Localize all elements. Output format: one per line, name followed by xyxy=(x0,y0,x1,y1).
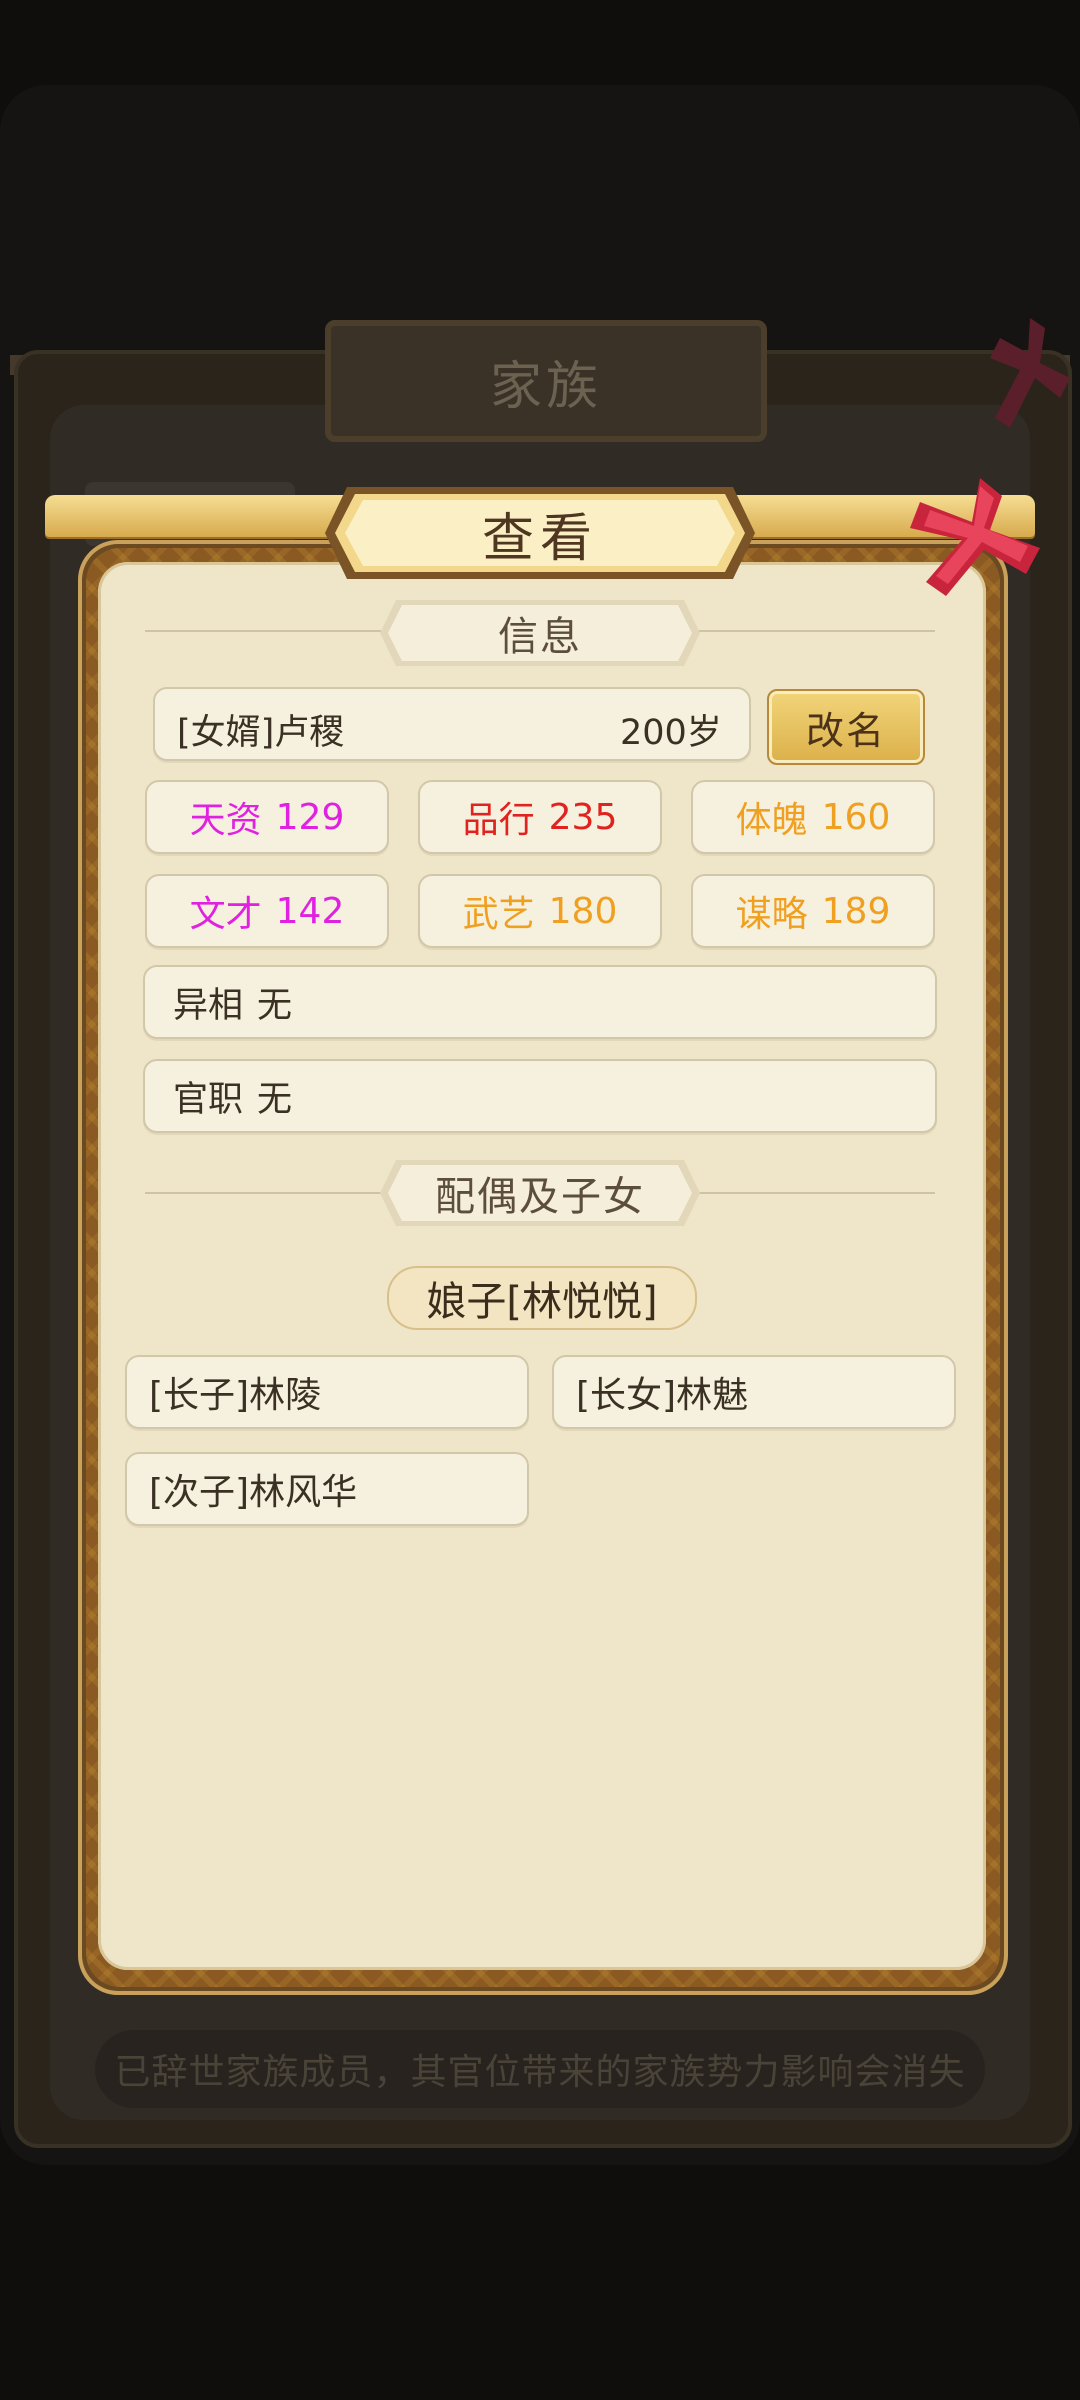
close-ribbon-icon[interactable] xyxy=(910,478,1040,596)
background-footer-notice: 已辞世家族成员，其官位带来的家族势力影响会消失 xyxy=(95,2030,985,2108)
stat-martial: 武艺 180 xyxy=(418,874,662,948)
background-footer-text: 已辞世家族成员，其官位带来的家族势力影响会消失 xyxy=(114,2052,966,2093)
child-button[interactable]: [次子]林风华 xyxy=(125,1452,529,1526)
stat-label: 体魄 xyxy=(735,800,808,841)
stat-value: 160 xyxy=(821,796,891,838)
office-value: 无 xyxy=(257,1079,293,1120)
stat-conduct: 品行 235 xyxy=(418,780,662,854)
rename-button[interactable]: 改名 xyxy=(767,689,925,765)
stat-value: 235 xyxy=(548,796,618,838)
stat-strategy: 谋略 189 xyxy=(691,874,935,948)
stat-value: 180 xyxy=(548,890,618,932)
stat-value: 189 xyxy=(821,890,891,932)
stat-label: 谋略 xyxy=(735,894,808,935)
stat-physique: 体魄 160 xyxy=(691,780,935,854)
background-title-plaque: 家族 xyxy=(325,320,767,442)
traits-row: 异相 无 xyxy=(143,965,937,1039)
stat-literary: 文才 142 xyxy=(145,874,389,948)
traits-label: 异相 xyxy=(173,985,244,1026)
traits-value: 无 xyxy=(257,985,293,1026)
stat-label: 文才 xyxy=(189,894,262,935)
stat-label: 品行 xyxy=(462,800,535,841)
child-button[interactable]: [长女]林魅 xyxy=(552,1355,956,1429)
background-title: 家族 xyxy=(489,356,602,417)
member-name: [女婿]卢稷 xyxy=(177,713,345,753)
stat-aptitude: 天资 129 xyxy=(145,780,389,854)
spouse-button[interactable]: 娘子[林悦悦] xyxy=(387,1266,697,1330)
family-section-title: 配偶及子女 xyxy=(435,1174,645,1220)
office-row: 官职 无 xyxy=(143,1059,937,1133)
stat-value: 129 xyxy=(275,796,345,838)
background-ribbon-icon xyxy=(990,318,1070,428)
family-section-header: 配偶及子女 xyxy=(380,1160,700,1226)
member-age: 200岁 xyxy=(620,713,722,753)
stat-label: 天资 xyxy=(189,800,262,841)
stat-value: 142 xyxy=(275,890,345,932)
stat-label: 武艺 xyxy=(462,894,535,935)
info-section-header: 信息 xyxy=(380,600,700,666)
child-button[interactable]: [长子]林陵 xyxy=(125,1355,529,1429)
info-section-title: 信息 xyxy=(498,614,582,660)
office-label: 官职 xyxy=(173,1079,244,1120)
dialog-title: 查看 xyxy=(481,508,598,569)
